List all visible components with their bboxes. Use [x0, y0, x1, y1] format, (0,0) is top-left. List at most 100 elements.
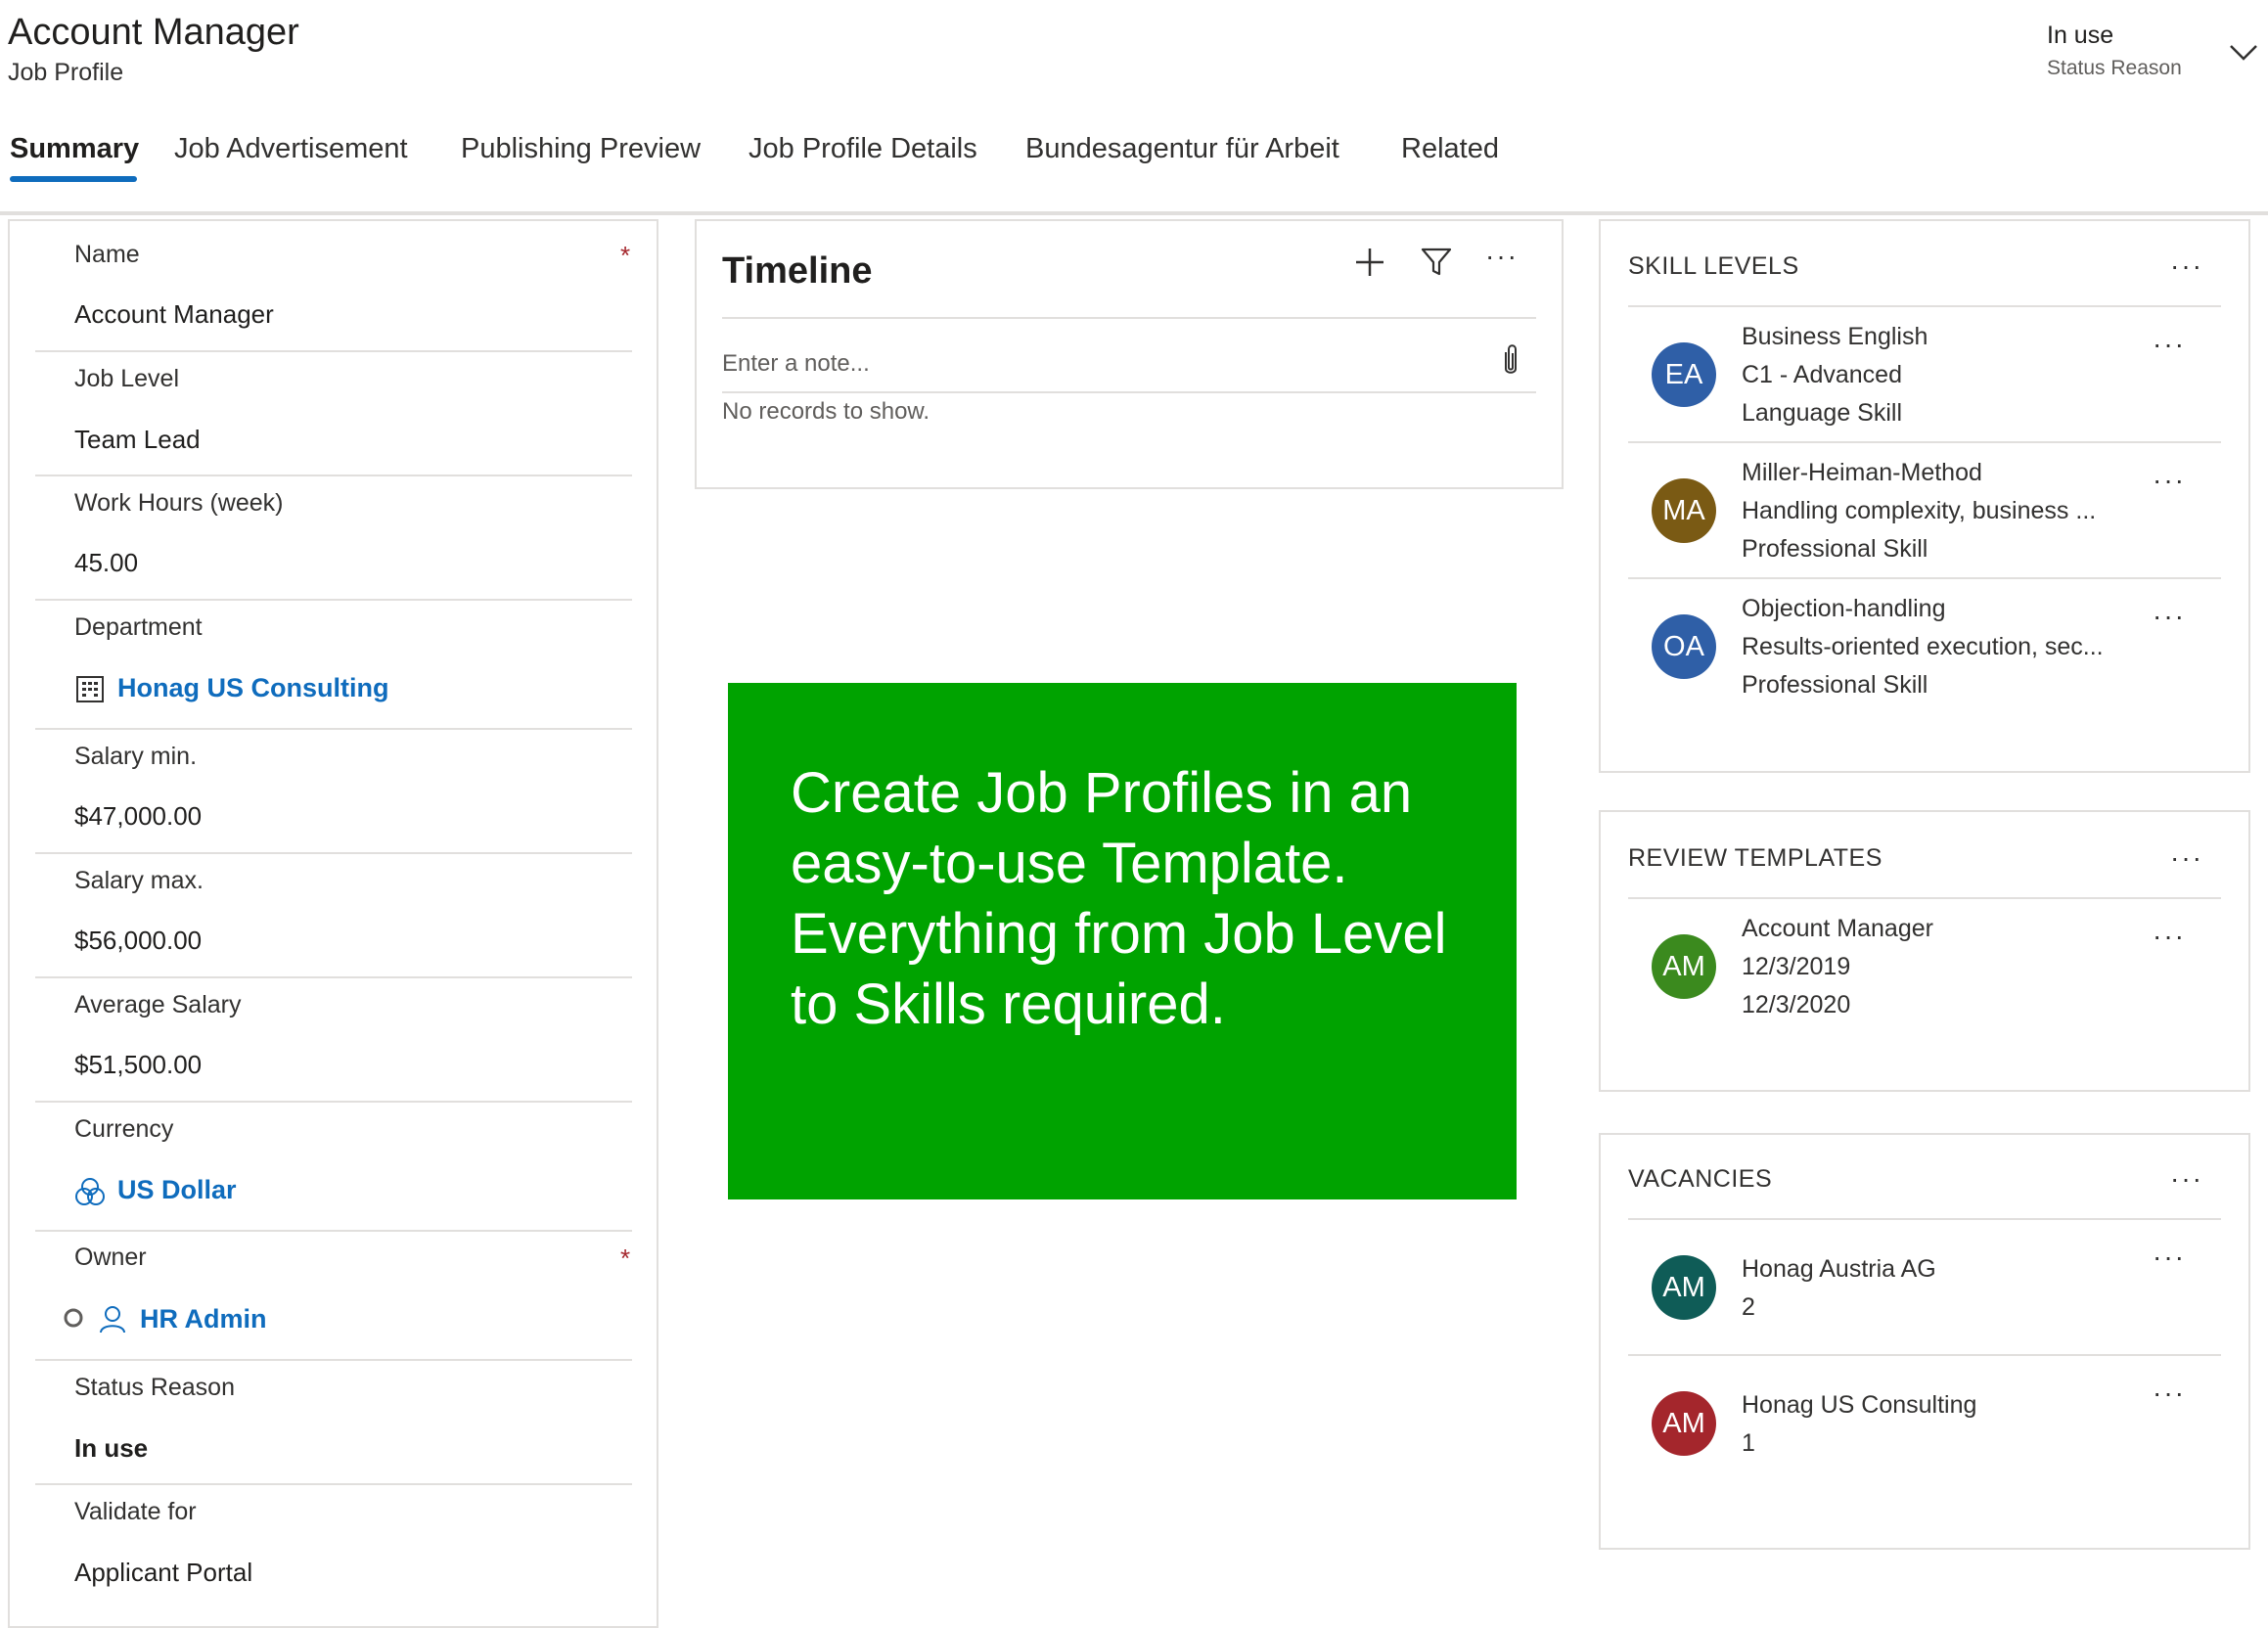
- field-divider: [35, 350, 632, 352]
- tab-bundesagentur[interactable]: Bundesagentur für Arbeit: [1025, 133, 1339, 165]
- currency-label: Currency: [74, 1115, 174, 1143]
- required-indicator: *: [620, 1244, 631, 1273]
- vacancies-card: [1599, 1133, 2250, 1550]
- validate-for-label: Validate for: [74, 1498, 197, 1525]
- section-divider: [1628, 305, 2221, 307]
- work-hours-value[interactable]: 45.00: [74, 548, 138, 578]
- skill-levels-title: SKILL LEVELS: [1628, 252, 1799, 280]
- avatar: AM: [1652, 934, 1716, 999]
- row-more-button[interactable]: ···: [2153, 1378, 2186, 1409]
- template-name[interactable]: Account Manager: [1742, 915, 1933, 943]
- vacancy-count: 2: [1742, 1293, 1755, 1321]
- owner-link[interactable]: HR Admin: [140, 1304, 267, 1334]
- vacancy-company[interactable]: Honag Austria AG: [1742, 1255, 1936, 1284]
- job-level-label: Job Level: [74, 365, 180, 392]
- section-divider: [1628, 1218, 2221, 1220]
- skill-name[interactable]: Business English: [1742, 323, 1928, 351]
- validate-for-value[interactable]: Applicant Portal: [74, 1558, 252, 1588]
- avatar: MA: [1652, 478, 1716, 543]
- currency-link[interactable]: US Dollar: [117, 1175, 237, 1205]
- field-divider: [35, 1359, 632, 1361]
- row-more-button[interactable]: ···: [2153, 1242, 2186, 1273]
- row-more-button[interactable]: ···: [2153, 601, 2186, 632]
- field-divider: [35, 1101, 632, 1103]
- average-salary-value: $51,500.00: [74, 1050, 203, 1079]
- row-more-button[interactable]: ···: [2153, 329, 2186, 360]
- tab-job-advertisement[interactable]: Job Advertisement: [174, 133, 408, 165]
- skill-name[interactable]: Miller-Heiman-Method: [1742, 459, 1982, 487]
- avatar-initials: EA: [1664, 358, 1703, 390]
- salary-max-value[interactable]: $56,000.00: [74, 926, 202, 956]
- status-reason-label: Status Reason: [2047, 57, 2182, 79]
- entity-name: Job Profile: [8, 59, 124, 86]
- attachment-icon[interactable]: [1499, 342, 1522, 378]
- status-reason-value: In use: [2047, 22, 2114, 49]
- timeline-title: Timeline: [722, 250, 873, 292]
- section-divider: [1628, 897, 2221, 899]
- chevron-down-icon[interactable]: [2229, 43, 2258, 63]
- name-value[interactable]: Account Manager: [74, 299, 274, 330]
- timeline-empty-message: No records to show.: [722, 398, 930, 425]
- template-start-date: 12/3/2019: [1742, 953, 1851, 980]
- required-indicator: *: [620, 241, 631, 270]
- department-label: Department: [74, 613, 203, 641]
- field-divider: [35, 599, 632, 601]
- vacancies-title: VACANCIES: [1628, 1165, 1773, 1193]
- promo-text: Create Job Profiles in an easy-to-use Te…: [791, 761, 1447, 1036]
- row-divider: [1628, 441, 2221, 443]
- add-icon[interactable]: [1354, 247, 1385, 278]
- owner-label: Owner: [74, 1244, 147, 1271]
- skill-level: Handling complexity, business ...: [1742, 497, 2097, 524]
- status-reason-field-value[interactable]: In use: [74, 1433, 148, 1464]
- field-divider: [35, 475, 632, 476]
- field-divider: [35, 976, 632, 978]
- skill-name[interactable]: Objection-handling: [1742, 595, 1945, 623]
- building-icon: [74, 673, 106, 704]
- status-reason-field-label: Status Reason: [74, 1374, 235, 1401]
- avatar-initials: AM: [1662, 950, 1705, 982]
- department-link[interactable]: Honag US Consulting: [117, 673, 388, 703]
- salary-min-value[interactable]: $47,000.00: [74, 801, 202, 832]
- review-templates-more-button[interactable]: ···: [2170, 842, 2203, 874]
- avatar: EA: [1652, 342, 1716, 407]
- skill-level: Results-oriented execution, sec...: [1742, 633, 2104, 660]
- skill-type: Language Skill: [1742, 399, 1903, 427]
- tab-summary[interactable]: Summary: [10, 133, 139, 165]
- note-underline: [722, 391, 1536, 393]
- note-input[interactable]: Enter a note...: [722, 350, 870, 378]
- avatar-initials: OA: [1663, 630, 1704, 662]
- avatar: OA: [1652, 614, 1716, 679]
- tab-job-profile-details[interactable]: Job Profile Details: [748, 133, 977, 165]
- row-divider: [1628, 577, 2221, 579]
- filter-icon[interactable]: [1421, 248, 1452, 277]
- presence-icon: [63, 1307, 84, 1329]
- currency-icon: [74, 1176, 106, 1207]
- avatar: AM: [1652, 1255, 1716, 1320]
- vacancies-more-button[interactable]: ···: [2170, 1163, 2203, 1195]
- avatar-initials: AM: [1662, 1271, 1705, 1303]
- record-title: Account Manager: [8, 12, 299, 53]
- skill-type: Professional Skill: [1742, 671, 1928, 699]
- average-salary-label: Average Salary: [74, 991, 242, 1018]
- timeline-divider: [722, 317, 1536, 319]
- salary-max-label: Salary max.: [74, 867, 204, 894]
- avatar: AM: [1652, 1391, 1716, 1456]
- tab-publishing-preview[interactable]: Publishing Preview: [461, 133, 701, 165]
- field-divider: [35, 1230, 632, 1232]
- skill-type: Professional Skill: [1742, 535, 1928, 563]
- timeline-more-button[interactable]: ···: [1485, 241, 1519, 272]
- tab-related[interactable]: Related: [1401, 133, 1499, 165]
- vacancy-company[interactable]: Honag US Consulting: [1742, 1391, 1976, 1420]
- active-tab-indicator: [10, 176, 137, 182]
- row-more-button[interactable]: ···: [2153, 921, 2186, 952]
- person-icon: [98, 1304, 127, 1334]
- job-level-value[interactable]: Team Lead: [74, 425, 201, 455]
- row-divider: [1628, 1354, 2221, 1356]
- field-divider: [35, 852, 632, 854]
- skill-levels-more-button[interactable]: ···: [2170, 250, 2203, 282]
- row-more-button[interactable]: ···: [2153, 465, 2186, 496]
- tabs-divider: [0, 211, 2268, 215]
- vacancy-count: 1: [1742, 1429, 1755, 1457]
- name-label: Name: [74, 241, 140, 268]
- avatar-initials: MA: [1662, 494, 1705, 526]
